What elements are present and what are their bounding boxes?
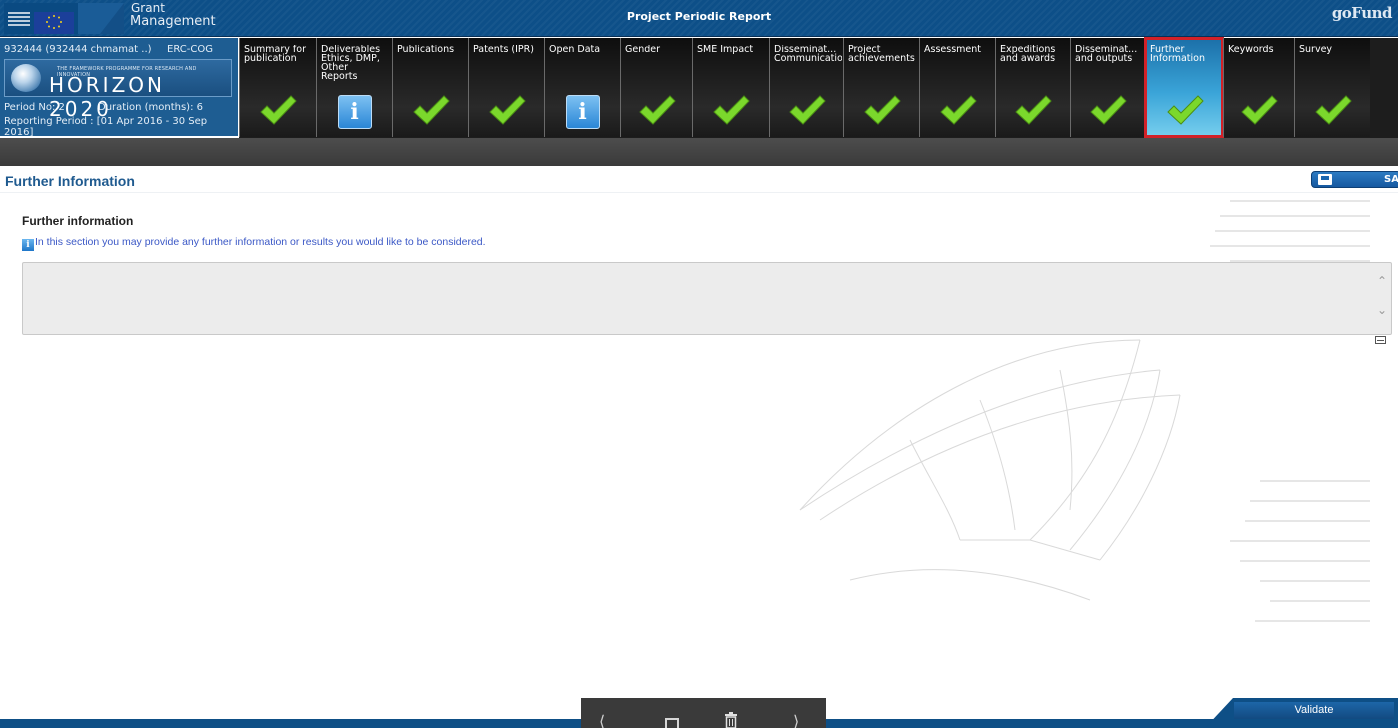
tab-label: SME Impact (697, 45, 754, 54)
tab-6[interactable]: SME Impact (692, 38, 769, 137)
tab-label: Open Data (549, 45, 601, 54)
previous-icon[interactable]: ⟨ (599, 712, 605, 728)
check-icon (1013, 92, 1053, 132)
check-icon (487, 92, 527, 132)
tab-3[interactable]: Patents (IPR) (468, 38, 544, 137)
tab-0[interactable]: Summary for publication (239, 38, 316, 137)
save-button[interactable]: SAV (1311, 171, 1398, 188)
next-icon[interactable]: ⟩ (793, 712, 799, 728)
tab-label: Survey (1299, 45, 1333, 54)
save-icon (1318, 174, 1332, 185)
tab-label: Deliverables Ethics, DMP, Other Reports (321, 45, 381, 81)
tab-4[interactable]: Open Data i (544, 38, 620, 137)
check-icon (1239, 92, 1279, 132)
top-header-bar: Grant Management Project Periodic Report… (0, 0, 1398, 37)
trash-icon[interactable] (724, 712, 738, 728)
tab-1[interactable]: Deliverables Ethics, DMP, Other Reports i (316, 38, 392, 137)
tab-8[interactable]: Project achievements (843, 38, 919, 137)
info-icon: i (563, 92, 603, 132)
check-icon (711, 92, 751, 132)
page-title: Further Information (5, 173, 135, 189)
tab-label: Patents (IPR) (473, 45, 534, 54)
tab-10[interactable]: Expeditions and awards (995, 38, 1070, 137)
tab-subbar (0, 138, 1398, 166)
report-title: Project Periodic Report (626, 10, 772, 23)
tab-label: Publications (397, 45, 455, 54)
tab-7[interactable]: Disseminat... Communicatio (769, 38, 843, 137)
tab-label: Disseminat... Communicatio (774, 45, 842, 63)
check-icon (862, 92, 902, 132)
reporting-period: Reporting Period : [01 Apr 2016 - 30 Sep… (4, 116, 208, 138)
further-information-textarea[interactable] (22, 262, 1392, 335)
tab-label: Keywords (1228, 45, 1274, 54)
tab-label: Assessment (924, 45, 981, 54)
programme-name: HORIZON 2020 (49, 73, 165, 121)
save-disk-icon[interactable] (665, 718, 679, 728)
globe-icon (11, 64, 41, 92)
tab-5[interactable]: Gender (620, 38, 692, 137)
duration: Duration (months): 6 (98, 102, 203, 113)
tab-label: Expeditions and awards (1000, 45, 1056, 63)
tab-label: Gender (625, 45, 661, 54)
check-icon (1165, 92, 1205, 132)
period-number: Period No: 2 (4, 102, 65, 113)
gofund-logo: goFund (1331, 4, 1393, 22)
hint-text: In this section you may provide any furt… (35, 236, 486, 248)
horizon-2020-logo: THE FRAMEWORK PROGRAMME FOR RESEARCH AND… (4, 59, 232, 121)
scroll-up-icon[interactable]: ⌃ (1377, 274, 1387, 288)
expand-editor-icon[interactable] (1375, 336, 1386, 344)
tab-9[interactable]: Assessment (919, 38, 995, 137)
tab-label: Project achievements (848, 45, 915, 63)
tab-13[interactable]: Keywords (1223, 38, 1294, 137)
section-tabs: Summary for publication Deliverables Ethi… (239, 37, 1398, 138)
project-id: 932444 (932444 chmamat ..) (4, 44, 152, 55)
save-button-label: SAV (1384, 174, 1398, 185)
tab-14[interactable]: Survey (1294, 38, 1370, 137)
tab-label: Further Information (1150, 45, 1205, 63)
info-icon: i (22, 239, 34, 251)
check-icon (258, 92, 298, 132)
scroll-down-icon[interactable]: ⌄ (1377, 303, 1387, 317)
tab-11[interactable]: Disseminat... and outputs (1070, 38, 1145, 137)
tab-12[interactable]: Further Information (1144, 37, 1224, 138)
project-type: ERC-COG (167, 44, 213, 55)
tab-2[interactable]: Publications (392, 38, 468, 137)
floating-toolbar: ⟨ ⟩ (581, 698, 826, 728)
info-icon: i (335, 92, 375, 132)
background-sketch (799, 200, 1370, 622)
check-icon (787, 92, 827, 132)
validate-button[interactable]: Validate (1234, 702, 1394, 719)
project-info-panel: 932444 (932444 chmamat ..) ERC-COG THE F… (0, 38, 238, 138)
check-icon (637, 92, 677, 132)
check-icon (938, 92, 978, 132)
hint-text-row: i In this section you may provide any fur… (22, 236, 486, 251)
tab-label: Disseminat... and outputs (1075, 45, 1138, 63)
check-icon (411, 92, 451, 132)
check-icon (1088, 92, 1128, 132)
title-divider (0, 192, 1398, 193)
further-information-label: Further information (22, 214, 134, 228)
check-icon (1313, 92, 1353, 132)
tab-label: Summary for publication (244, 45, 306, 63)
